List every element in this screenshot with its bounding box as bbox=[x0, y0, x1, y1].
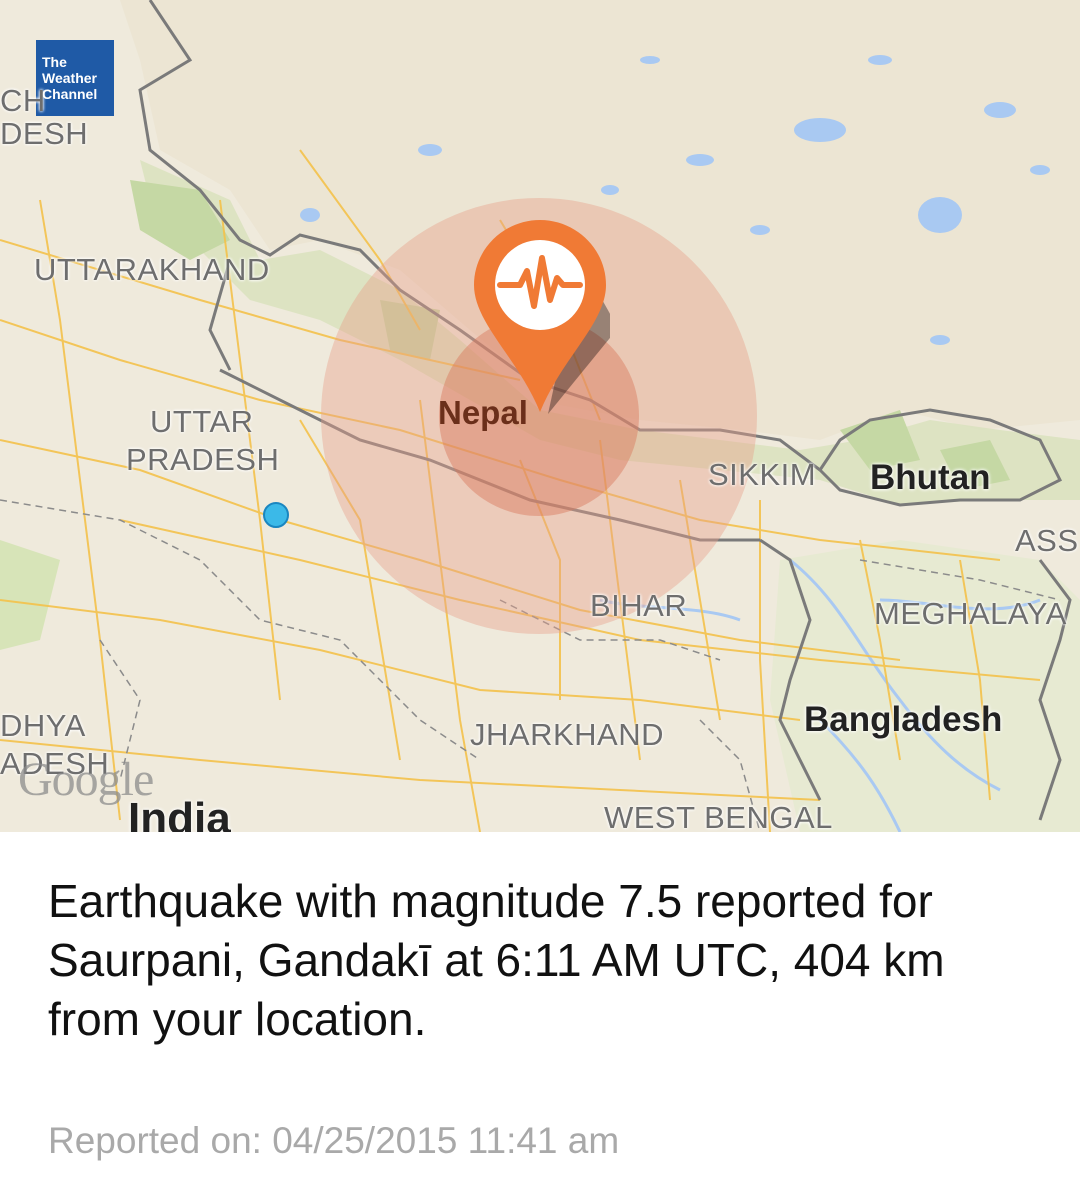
seismograph-icon[interactable] bbox=[470, 218, 610, 418]
state-label-uttar-line1: UTTAR bbox=[150, 404, 254, 439]
state-label-assam: ASS bbox=[1015, 523, 1079, 558]
state-label-jharkhand: JHARKHAND bbox=[470, 717, 664, 752]
state-label-uttarakhand: UTTARAKHAND bbox=[34, 252, 270, 287]
country-label-bangladesh: Bangladesh bbox=[804, 700, 1003, 739]
reported-timestamp: Reported on: 04/25/2015 11:41 am bbox=[48, 1120, 620, 1161]
state-label-himachal-line1: CH bbox=[0, 83, 46, 118]
logo-line-2: Weather bbox=[42, 70, 97, 86]
country-label-bhutan: Bhutan bbox=[870, 458, 991, 497]
alert-panel: Earthquake with magnitude 7.5 reported f… bbox=[0, 832, 1080, 1188]
alert-message: Earthquake with magnitude 7.5 reported f… bbox=[48, 875, 945, 1045]
state-label-bihar: BIHAR bbox=[590, 588, 688, 623]
state-label-meghalaya: MEGHALAYA bbox=[874, 596, 1067, 631]
current-location-dot bbox=[263, 502, 289, 528]
map-view[interactable]: The Weather Channel CH DESH UTTARAKHAND … bbox=[0, 0, 1080, 832]
state-label-west-bengal: WEST BENGAL bbox=[604, 800, 833, 832]
state-label-sikkim: SIKKIM bbox=[708, 457, 817, 492]
logo-line-1: The bbox=[42, 54, 67, 70]
logo-line-3: Channel bbox=[42, 86, 98, 102]
state-label-uttar-line2: PRADESH bbox=[126, 442, 280, 477]
state-label-himachal-line2: DESH bbox=[0, 116, 89, 151]
state-label-madhya-line1: DHYA bbox=[0, 708, 86, 743]
google-attribution: Google bbox=[18, 753, 154, 806]
weather-channel-logo: The Weather Channel bbox=[36, 40, 114, 116]
